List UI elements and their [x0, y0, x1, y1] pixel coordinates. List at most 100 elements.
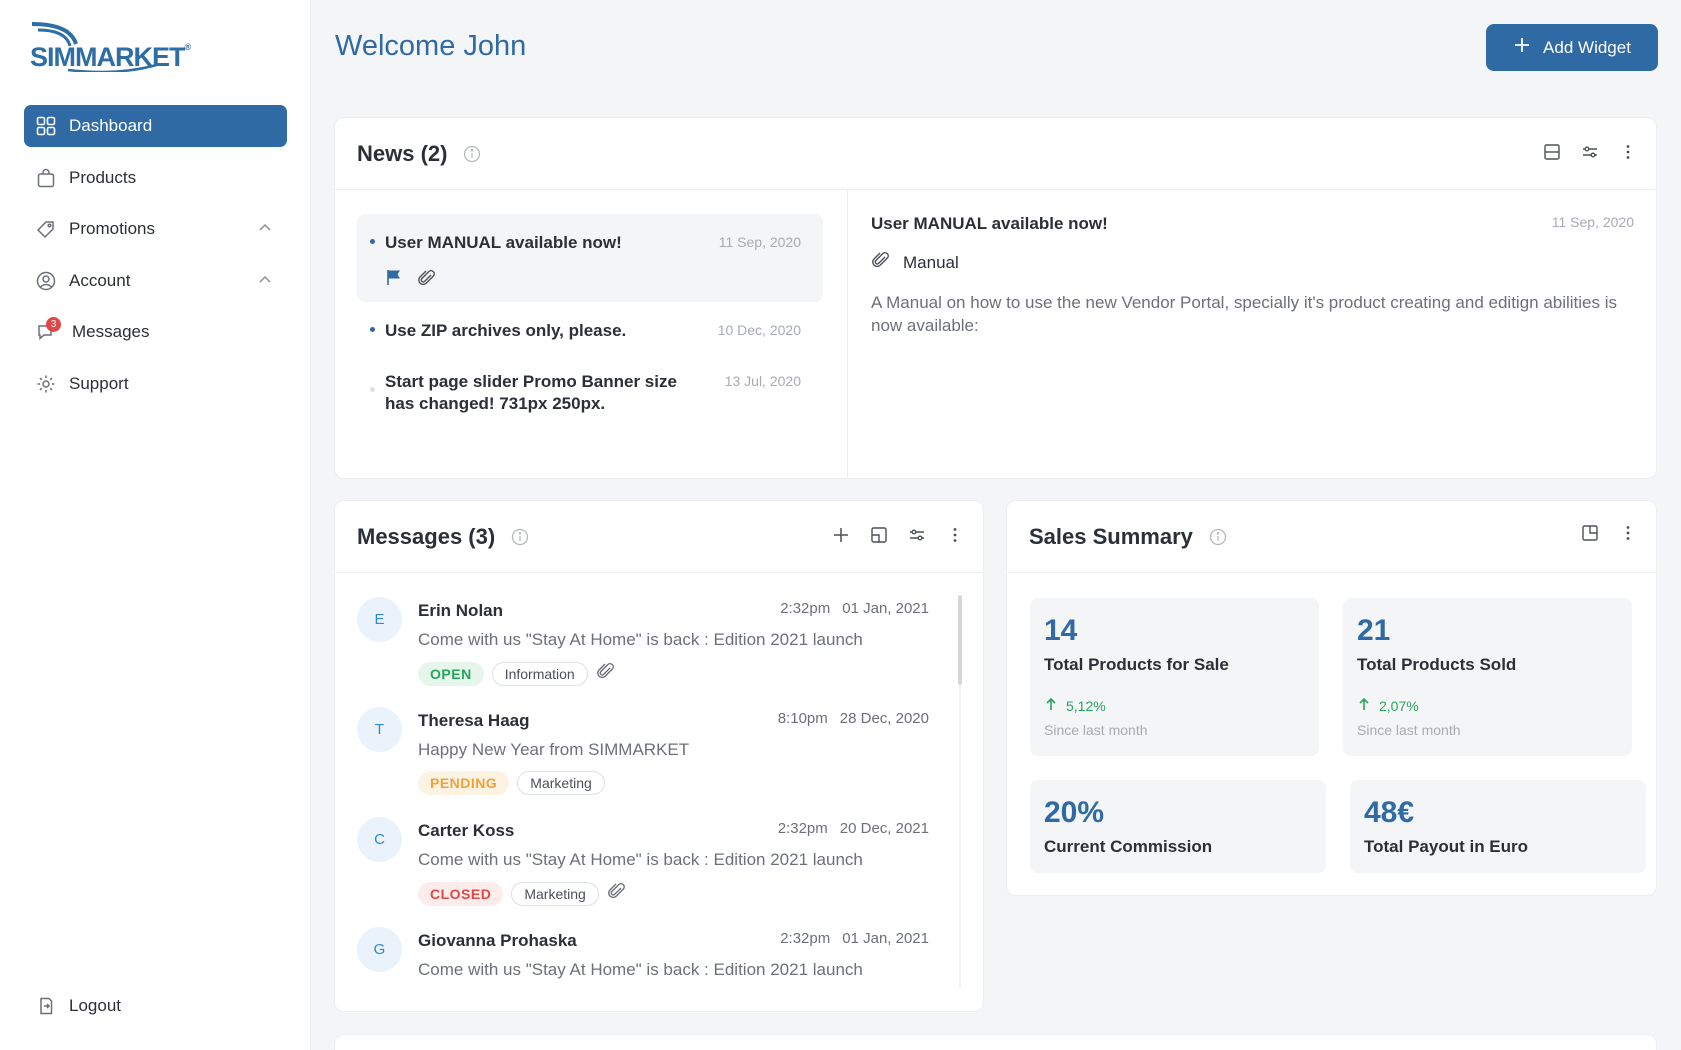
news-item-title: User MANUAL available now!	[385, 233, 622, 252]
message-preview: Come with us "Stay At Home" is back : Ed…	[418, 960, 863, 979]
news-item-date: 13 Jul, 2020	[724, 373, 801, 389]
divider	[847, 190, 848, 478]
stat-trend: 5,12%	[1066, 697, 1106, 714]
message-row[interactable]: T Theresa Haag 8:10pm 28 Dec, 2020 Happy …	[357, 707, 929, 817]
paperclip-icon[interactable]	[417, 268, 437, 293]
more-vertical-icon[interactable]	[945, 525, 965, 545]
filter-sliders-icon[interactable]	[1580, 142, 1600, 162]
message-date: 01 Jan, 2021	[842, 930, 929, 947]
scrollbar-thumb[interactable]	[958, 595, 962, 685]
paperclip-icon	[871, 250, 891, 275]
shopping-bag-icon	[34, 166, 58, 190]
message-date: 28 Dec, 2020	[839, 710, 929, 727]
message-preview: Come with us "Stay At Home" is back : Ed…	[418, 850, 863, 869]
add-widget-button[interactable]: Add Widget	[1486, 24, 1658, 71]
unread-dot	[370, 327, 375, 332]
message-preview: Happy New Year from SIMMARKET	[418, 740, 690, 759]
sales-header: Sales Summary	[1007, 501, 1656, 573]
arrow-up-icon	[1044, 697, 1058, 714]
stat-card: 14 Total Products for Sale 5,12% Since l…	[1030, 598, 1319, 756]
news-item[interactable]: Start page slider Promo Banner size has …	[357, 353, 823, 415]
sales-tools	[1580, 523, 1638, 543]
news-header: News (2)	[335, 118, 1656, 190]
layout-icon[interactable]	[1542, 142, 1562, 162]
news-item-title: Start page slider Promo Banner size has …	[385, 372, 677, 413]
logout-button[interactable]: Logout	[24, 985, 287, 1027]
news-list: User MANUAL available now! 11 Sep, 2020 …	[357, 214, 823, 415]
sidebar-item-account[interactable]: Account	[24, 260, 287, 302]
stat-value: 14	[1044, 614, 1078, 647]
user-circle-icon	[34, 269, 58, 293]
stat-value: 21	[1357, 614, 1391, 647]
tag-icon	[34, 217, 58, 241]
news-detail: User MANUAL available now! 11 Sep, 2020 …	[871, 214, 1634, 337]
sidebar-item-label: Messages	[72, 322, 150, 341]
sidebar-item-promotions[interactable]: Promotions	[24, 208, 287, 250]
add-widget-label: Add Widget	[1543, 37, 1631, 57]
messages-widget: Messages (3) E Erin Nolan 2:32pm 01 Jan, …	[334, 500, 984, 1012]
status-badge: PENDING	[418, 771, 510, 795]
more-vertical-icon[interactable]	[1618, 142, 1638, 162]
sidebar-item-label: Products	[69, 167, 137, 187]
message-date: 20 Dec, 2021	[839, 820, 929, 837]
category-tag: Marketing	[511, 881, 599, 906]
news-item[interactable]: Use ZIP archives only, please. 10 Dec, 2…	[357, 302, 823, 353]
sidebar-item-messages[interactable]: 3 Messages	[24, 311, 287, 353]
flag-icon[interactable]	[385, 268, 403, 293]
message-row[interactable]: E Erin Nolan 2:32pm 01 Jan, 2021 Come wit…	[357, 597, 929, 707]
sidebar-nav: Dashboard Products Promotions Account 3 …	[24, 105, 287, 414]
brand-name: SIMMARKET	[30, 42, 185, 72]
more-vertical-icon[interactable]	[1618, 523, 1638, 543]
info-icon[interactable]	[1209, 528, 1227, 546]
attachment-link[interactable]: Manual	[871, 250, 1634, 275]
messages-list: E Erin Nolan 2:32pm 01 Jan, 2021 Come wit…	[357, 597, 929, 987]
stat-label: Current Commission	[1044, 837, 1213, 856]
news-detail-date: 11 Sep, 2020	[1551, 214, 1634, 230]
message-row[interactable]: G Giovanna Prohaska 2:32pm 01 Jan, 2021 C…	[357, 927, 929, 987]
filter-sliders-icon[interactable]	[907, 525, 927, 545]
news-item-title: Use ZIP archives only, please.	[385, 321, 627, 340]
news-detail-title: User MANUAL available now!	[871, 214, 1108, 233]
paperclip-icon[interactable]	[596, 661, 616, 686]
chevron-up-icon[interactable]	[257, 220, 273, 241]
news-detail-body: A Manual on how to use the new Vendor Po…	[871, 293, 1618, 335]
message-preview: Come with us "Stay At Home" is back : Ed…	[418, 630, 863, 649]
unread-dot	[370, 239, 375, 244]
sidebar-item-dashboard[interactable]: Dashboard	[24, 105, 287, 147]
paperclip-icon[interactable]	[607, 881, 627, 906]
messages-tools	[831, 525, 965, 545]
status-badge: OPEN	[418, 661, 484, 686]
sidebar-item-products[interactable]: Products	[24, 157, 287, 199]
stat-label: Total Payout in Euro	[1364, 837, 1529, 856]
info-icon[interactable]	[511, 528, 529, 546]
stat-label: Total Products for Sale	[1044, 655, 1229, 674]
message-count-badge: 3	[46, 317, 61, 332]
news-title: News (2)	[357, 140, 448, 166]
sidebar-item-label: Dashboard	[69, 116, 153, 135]
simmarket-logo[interactable]: SIMMARKET®	[30, 22, 191, 72]
news-item[interactable]: User MANUAL available now! 11 Sep, 2020	[357, 214, 823, 302]
stat-since: Since last month	[1044, 722, 1148, 738]
plus-icon[interactable]	[831, 525, 851, 545]
sidebar-item-label: Account	[69, 270, 131, 290]
news-item-date: 11 Sep, 2020	[718, 234, 801, 250]
read-dot	[370, 387, 375, 392]
layout-icon[interactable]	[1580, 523, 1600, 543]
sidebar-item-support[interactable]: Support	[24, 363, 287, 405]
avatar: E	[357, 597, 402, 642]
logout-label: Logout	[69, 996, 121, 1015]
avatar: C	[357, 817, 402, 862]
layout-icon[interactable]	[869, 525, 889, 545]
chat-icon: 3	[34, 317, 61, 344]
message-time: 2:32pm	[780, 930, 831, 947]
stat-card: 21 Total Products Sold 2,07% Since last …	[1343, 598, 1632, 756]
arrow-up-icon	[1357, 697, 1371, 714]
chevron-up-icon[interactable]	[257, 272, 273, 293]
sales-summary-widget: Sales Summary 14 Total Products for Sale…	[1006, 500, 1657, 896]
message-row[interactable]: C Carter Koss 2:32pm 20 Dec, 2021 Come wi…	[357, 817, 929, 927]
message-time: 2:32pm	[777, 820, 828, 837]
avatar: T	[357, 707, 402, 752]
info-icon[interactable]	[463, 145, 481, 163]
news-tools	[1542, 142, 1638, 162]
status-badge: CLOSED	[418, 881, 504, 906]
